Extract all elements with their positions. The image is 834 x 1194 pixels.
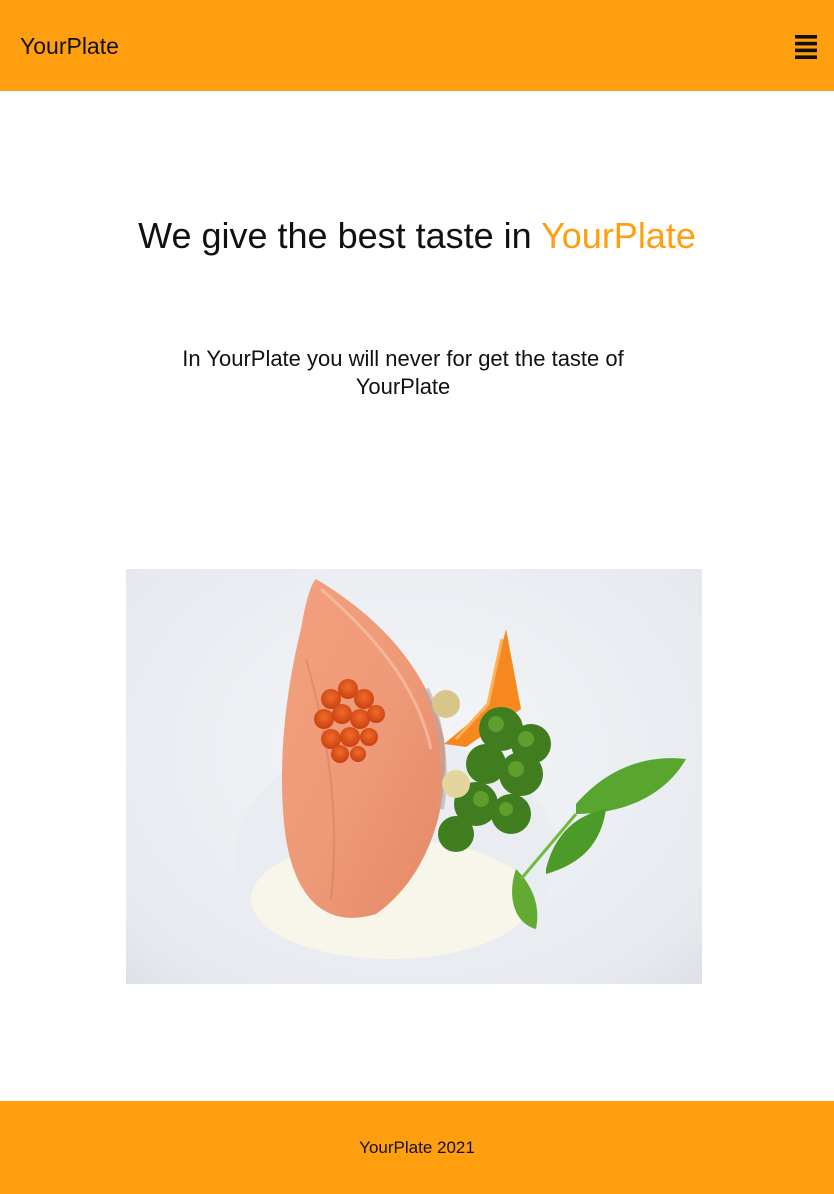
footer-copyright: YourPlate 2021 [359,1138,475,1157]
brand-logo-link[interactable]: YourPlate [20,31,119,61]
hero-title: We give the best taste in YourPlate [0,213,834,259]
salmon-dish-photo [126,569,702,984]
top-header: YourPlate [0,0,834,91]
hero-title-brand: YourPlate [541,215,696,256]
hero-subtitle: In YourPlate you will never for get the … [182,346,624,399]
hero-title-prefix: We give the best taste in [138,215,542,256]
hamburger-menu-icon[interactable] [795,35,817,59]
